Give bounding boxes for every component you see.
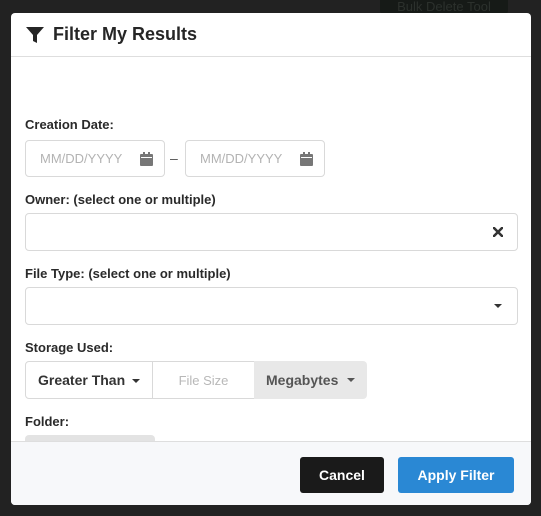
- comparison-select[interactable]: Greater Than: [25, 361, 153, 399]
- start-date-input[interactable]: MM/DD/YYYY: [25, 140, 165, 177]
- storage-used-label: Storage Used:: [25, 340, 114, 355]
- filter-icon: [25, 25, 45, 45]
- creation-date-label: Creation Date:: [25, 117, 114, 132]
- storage-used-group: Greater Than File Size Megabytes: [25, 361, 367, 399]
- comparison-value: Greater Than: [38, 372, 126, 388]
- file-type-select[interactable]: [25, 287, 518, 325]
- cancel-button[interactable]: Cancel: [300, 457, 384, 493]
- file-size-placeholder: File Size: [178, 372, 229, 388]
- caret-down-icon: [132, 379, 140, 383]
- modal-header: Filter My Results: [11, 13, 531, 57]
- caret-down-icon: [347, 378, 355, 382]
- unit-select[interactable]: Megabytes: [254, 361, 367, 399]
- start-date-placeholder: MM/DD/YYYY: [40, 151, 123, 166]
- owner-label: Owner: (select one or multiple): [25, 192, 216, 207]
- bulk-delete-tool-button: Bulk Delete Tool: [380, 0, 508, 14]
- unit-value: Megabytes: [266, 372, 339, 388]
- file-size-input[interactable]: File Size: [153, 361, 254, 399]
- modal-footer: Cancel Apply Filter: [11, 441, 531, 505]
- clear-icon[interactable]: [492, 226, 504, 238]
- end-date-input[interactable]: MM/DD/YYYY: [185, 140, 325, 177]
- date-range-separator: –: [170, 150, 178, 166]
- calendar-icon[interactable]: [300, 152, 313, 166]
- owner-select[interactable]: [25, 213, 518, 251]
- filter-modal: Filter My Results Creation Date: MM/DD/Y…: [11, 13, 531, 505]
- end-date-placeholder: MM/DD/YYYY: [200, 151, 283, 166]
- modal-title: Filter My Results: [53, 24, 198, 44]
- modal-body: Creation Date: MM/DD/YYYY – MM/DD/YYYY O…: [11, 57, 531, 471]
- file-type-label: File Type: (select one or multiple): [25, 266, 231, 281]
- apply-filter-button[interactable]: Apply Filter: [398, 457, 514, 493]
- calendar-icon[interactable]: [140, 152, 153, 166]
- folder-label: Folder:: [25, 414, 70, 429]
- caret-down-icon[interactable]: [492, 300, 504, 312]
